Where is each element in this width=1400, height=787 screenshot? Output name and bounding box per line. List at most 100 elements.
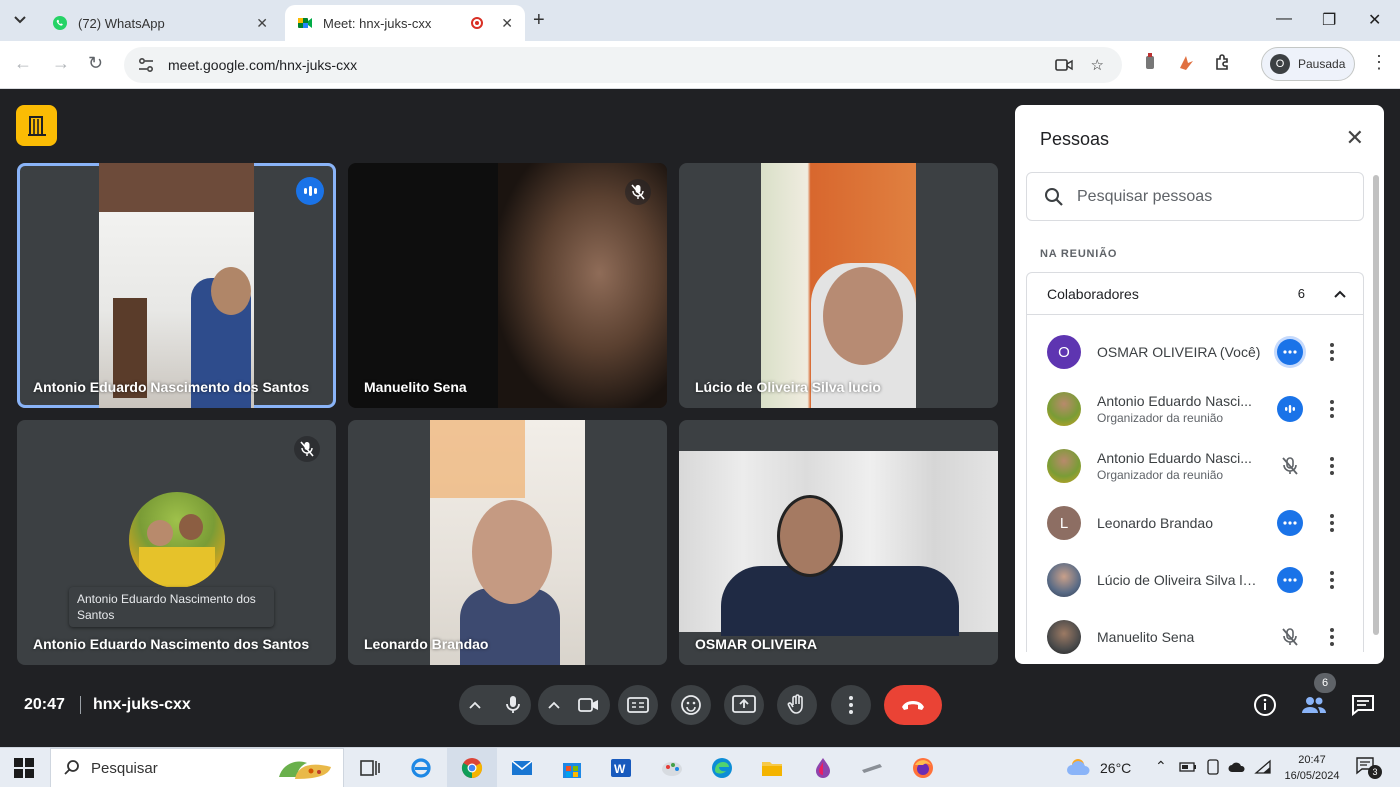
site-settings-icon[interactable] [136,55,156,75]
video-tile[interactable]: Antonio Eduardo Nascimento dos Santos [17,163,336,408]
tab-whatsapp[interactable]: (72) WhatsApp ✕ [40,5,280,41]
notifications-button[interactable]: 3 [1356,757,1382,779]
present-screen-icon [732,695,756,713]
avatar [1047,620,1081,654]
more-options-icon[interactable] [1325,343,1339,361]
people-button[interactable] [1299,690,1329,720]
meeting-info-button[interactable] [1250,690,1280,720]
extension-star-icon[interactable] [1177,53,1195,71]
reactions-button[interactable] [671,685,711,725]
info-icon [1254,694,1276,716]
back-button[interactable]: ← [14,53,32,74]
windows-start-icon[interactable] [14,758,34,778]
weather-cloud-icon[interactable] [1066,756,1094,778]
internet-explorer-icon[interactable] [409,756,433,780]
meeting-details-button[interactable] [16,105,57,146]
more-options-icon[interactable] [1325,514,1339,532]
video-tile[interactable]: Manuelito Sena [348,163,667,408]
window-close-button[interactable]: ✕ [1368,10,1381,30]
participant-name: Antonio Eduardo Nasci... [1097,393,1252,409]
tray-expand-icon[interactable]: ⌃ [1155,758,1167,775]
task-view-icon[interactable] [358,756,382,780]
close-icon[interactable]: ✕ [256,15,268,32]
chevron-down-icon [14,16,26,24]
color-drop-icon[interactable] [811,756,835,780]
camera-icon[interactable] [578,697,600,713]
profile-button[interactable]: O Pausada [1261,47,1355,81]
door-icon [27,115,46,136]
device-icon[interactable] [1205,759,1221,775]
mail-icon[interactable] [510,756,534,780]
firefox-icon[interactable] [911,756,935,780]
chevron-up-icon[interactable] [1333,287,1347,301]
file-explorer-icon[interactable] [760,756,784,780]
reload-button[interactable]: ↻ [88,53,103,74]
forward-button[interactable]: → [52,53,70,74]
taskbar-search-box[interactable]: Pesquisar [50,748,344,787]
captions-button[interactable] [618,685,658,725]
video-tile[interactable]: OSMAR OLIVEIRA [679,420,998,665]
tab-meet[interactable]: Meet: hnx-juks-cxx ✕ [285,5,525,41]
emoji-icon [681,695,701,715]
address-bar[interactable]: meet.google.com/hnx-juks-cxx ☆ [124,47,1122,83]
muted-mic-icon [1277,624,1303,650]
extension-bottle-icon[interactable] [1142,53,1158,71]
participant-row[interactable]: Manuelito Sena [1027,609,1363,664]
chevron-up-icon[interactable] [469,701,481,709]
panel-scrollbar[interactable] [1373,175,1379,635]
new-tab-button[interactable]: + [533,9,545,32]
camera-in-use-icon[interactable] [1054,58,1073,72]
more-options-icon[interactable] [1325,571,1339,589]
close-panel-button[interactable]: ✕ [1346,125,1364,151]
weather-temperature[interactable]: 26°C [1100,760,1131,776]
bookmark-star-icon[interactable]: ☆ [1091,56,1104,74]
microphone-icon[interactable] [505,695,521,715]
microphone-control[interactable] [459,685,531,725]
extensions-puzzle-icon[interactable] [1214,53,1232,71]
more-options-icon[interactable] [1325,457,1339,475]
notification-count: 3 [1368,765,1382,779]
participant-name: Leonardo Brandao [364,636,489,652]
chat-button[interactable] [1348,690,1378,720]
group-label: Colaboradores [1047,285,1139,302]
more-options-button[interactable] [831,685,871,725]
browser-menu-icon[interactable]: ⋮ [1370,52,1388,73]
minimize-button[interactable]: — [1276,10,1292,28]
present-button[interactable] [724,685,764,725]
more-options-icon[interactable] [1325,400,1339,418]
group-header[interactable]: Colaboradores 6 [1027,273,1363,315]
edge-icon[interactable] [710,756,734,780]
camera-control[interactable] [538,685,610,725]
participant-video [430,420,585,665]
avatar [1047,563,1081,597]
participant-row[interactable]: O OSMAR OLIVEIRA (Você) [1027,324,1363,380]
wifi-icon[interactable] [1254,759,1272,775]
video-tile[interactable]: Antonio Eduardo Nascimento dos Santos An… [17,420,336,665]
video-tile[interactable]: Leonardo Brandao [348,420,667,665]
divider [80,696,81,714]
participant-name: Antonio Eduardo Nasci... [1097,450,1252,466]
tab-search-dropdown[interactable] [8,8,32,32]
participant-row[interactable]: Antonio Eduardo Nasci... Organizador da … [1027,438,1363,494]
taskbar-active-app[interactable] [447,748,497,787]
participant-row[interactable]: L Leonardo Brandao [1027,495,1363,551]
more-options-icon[interactable] [1325,628,1339,646]
app-stick-icon[interactable] [860,756,884,780]
close-icon[interactable]: ✕ [501,15,513,32]
taskbar-clock[interactable]: 20:47 16/05/2024 [1282,752,1342,784]
leave-call-button[interactable] [884,685,942,725]
paint-icon[interactable] [660,756,684,780]
participant-row[interactable]: Lúcio de Oliveira Silva lu... [1027,552,1363,608]
word-icon[interactable]: W [609,756,633,780]
video-tile[interactable]: Lúcio de Oliveira Silva lucio [679,163,998,408]
panel-title: Pessoas [1040,129,1110,149]
onedrive-cloud-icon[interactable] [1228,760,1246,774]
raise-hand-button[interactable] [777,685,817,725]
chevron-up-icon[interactable] [548,701,560,709]
participant-row[interactable]: Antonio Eduardo Nasci... Organizador da … [1027,381,1363,437]
people-search-input[interactable]: Pesquisar pessoas [1026,172,1364,221]
maximize-button[interactable]: ❐ [1322,10,1336,30]
profile-avatar: O [1270,54,1290,74]
battery-icon[interactable] [1179,760,1197,774]
store-icon[interactable] [560,756,584,780]
